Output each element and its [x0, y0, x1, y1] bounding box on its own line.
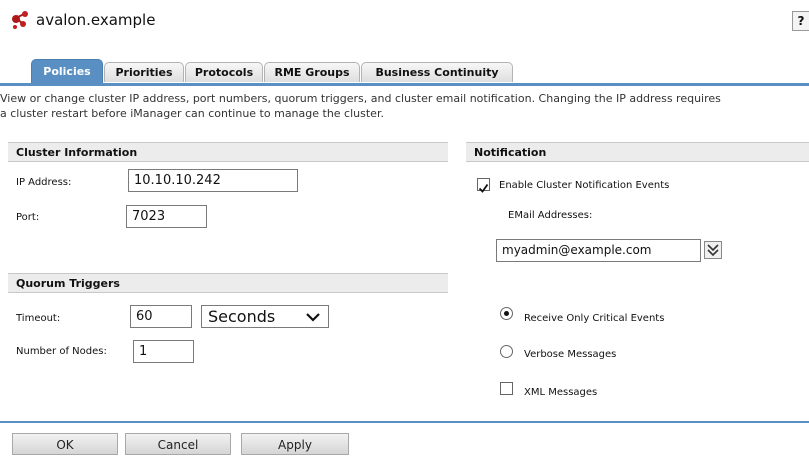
cancel-button[interactable]: Cancel: [125, 433, 231, 455]
description-line-2: a cluster restart before iManager can co…: [0, 107, 384, 120]
apply-button[interactable]: Apply: [241, 433, 349, 455]
critical-events-radio[interactable]: [500, 307, 513, 320]
footer-divider: [0, 421, 809, 423]
checkmark-icon: [478, 183, 489, 193]
tab-business-continuity[interactable]: Business Continuity: [361, 62, 513, 82]
cluster-info-heading: Cluster Information: [8, 142, 448, 162]
ip-address-label: IP Address:: [16, 177, 72, 188]
critical-events-label: Receive Only Critical Events: [524, 313, 665, 324]
tab-priorities[interactable]: Priorities: [104, 62, 184, 82]
quorum-triggers-heading: Quorum Triggers: [8, 273, 448, 293]
timeout-label: Timeout:: [16, 313, 61, 324]
tab-divider: [0, 83, 809, 86]
port-input[interactable]: 7023: [126, 205, 207, 228]
description-line-1: View or change cluster IP address, port …: [0, 92, 721, 105]
help-button[interactable]: ?: [792, 11, 809, 31]
notification-heading: Notification: [466, 142, 809, 162]
verbose-messages-label: Verbose Messages: [524, 349, 617, 360]
number-of-nodes-input[interactable]: 1: [133, 340, 194, 363]
enable-notification-label: Enable Cluster Notification Events: [499, 180, 670, 191]
number-of-nodes-label: Number of Nodes:: [16, 346, 107, 357]
radio-selected-dot: [504, 311, 509, 316]
timeout-input[interactable]: 60: [130, 305, 192, 328]
tab-policies[interactable]: Policies: [31, 59, 103, 83]
chevron-down-icon: [306, 313, 320, 322]
double-chevron-down-icon: [707, 244, 719, 257]
verbose-messages-radio[interactable]: [500, 345, 513, 358]
ip-address-input[interactable]: 10.10.10.242: [128, 169, 298, 192]
email-expand-button[interactable]: [704, 241, 722, 259]
tab-protocols[interactable]: Protocols: [185, 62, 263, 82]
xml-messages-checkbox[interactable]: [500, 382, 513, 395]
port-label: Port:: [16, 212, 40, 223]
enable-notification-checkbox[interactable]: [477, 178, 490, 193]
timeout-unit-select[interactable]: Seconds: [201, 305, 329, 328]
tab-bar: Policies Priorities Protocols RME Groups…: [0, 59, 809, 83]
email-addresses-input[interactable]: myadmin@example.com: [496, 239, 701, 262]
email-addresses-label: EMail Addresses:: [508, 210, 593, 221]
cluster-logo-icon: [10, 10, 32, 30]
xml-messages-label: XML Messages: [524, 387, 598, 398]
tab-rme-groups[interactable]: RME Groups: [264, 62, 360, 82]
ok-button[interactable]: OK: [12, 433, 118, 455]
page-title: avalon.example: [36, 11, 156, 29]
timeout-unit-value: Seconds: [208, 307, 276, 326]
description: View or change cluster IP address, port …: [0, 91, 809, 121]
